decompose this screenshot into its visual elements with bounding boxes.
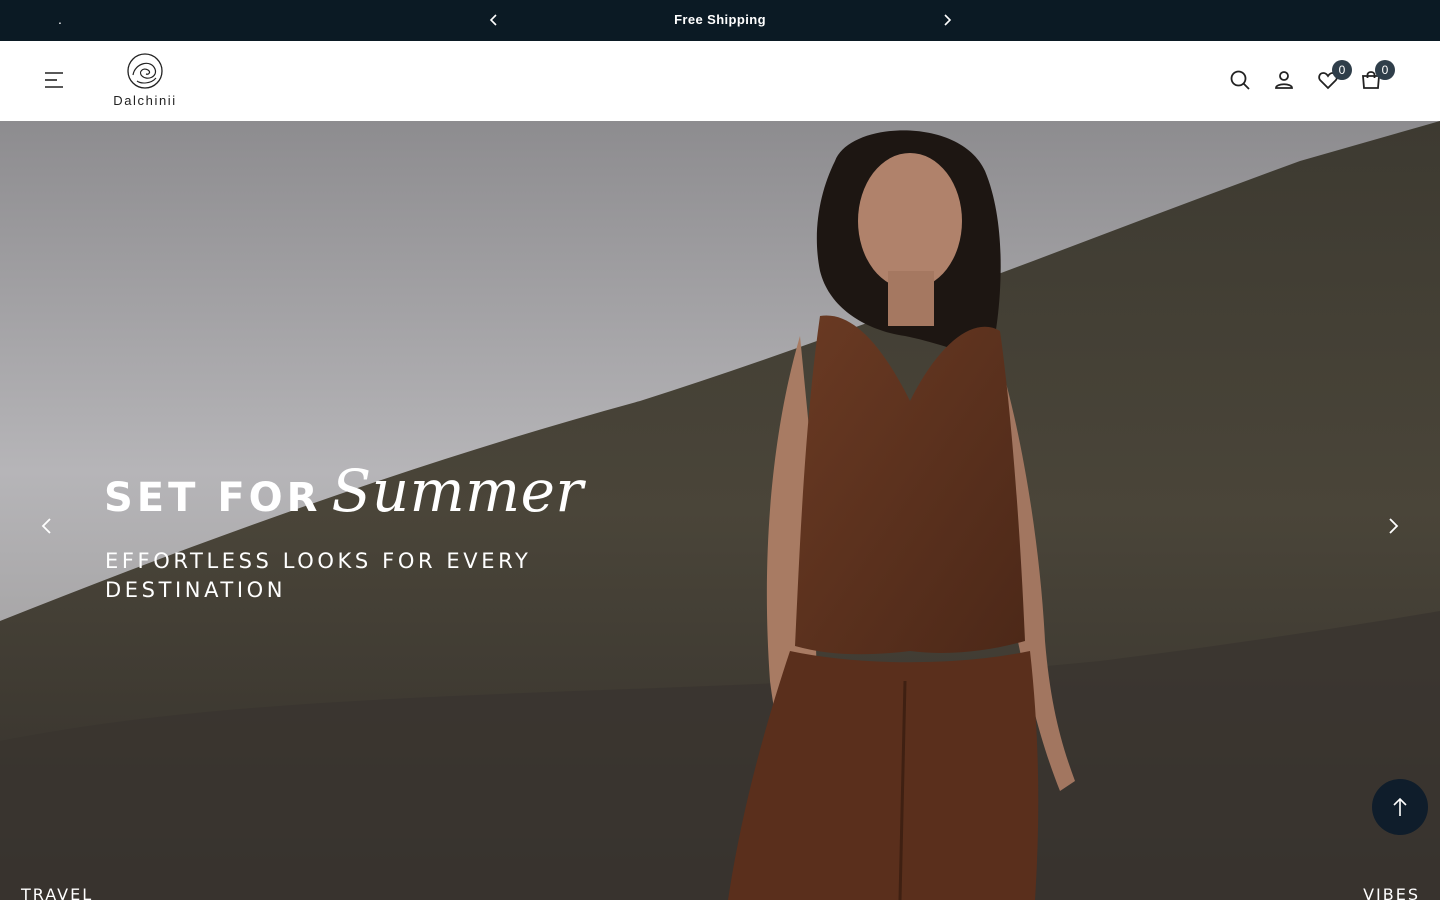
arrow-up-icon bbox=[1393, 797, 1407, 816]
hero-next-button[interactable] bbox=[1382, 515, 1404, 537]
announcement-dot: . bbox=[58, 11, 62, 27]
hero-corner-right: VIBES bbox=[1363, 885, 1420, 900]
search-icon bbox=[1230, 70, 1250, 90]
announcement-next-button[interactable] bbox=[937, 10, 957, 30]
hero-prev-button[interactable] bbox=[36, 515, 58, 537]
wishlist-count-badge: 0 bbox=[1332, 60, 1352, 80]
hero-title-bold: SET FOR bbox=[104, 475, 322, 521]
announcement-bar: . Free Shipping bbox=[0, 0, 1440, 41]
hero-corner-left: TRAVEL bbox=[21, 885, 94, 900]
wishlist-button[interactable]: 0 bbox=[1316, 60, 1352, 92]
hero-title-script: Summer bbox=[331, 457, 584, 525]
user-icon bbox=[1275, 71, 1293, 89]
chevron-left-icon bbox=[489, 14, 497, 26]
brand-name: Dalchinii bbox=[113, 93, 177, 108]
announcement-message: Free Shipping bbox=[674, 12, 766, 27]
cart-button[interactable]: 0 bbox=[1359, 60, 1395, 92]
search-button[interactable] bbox=[1228, 68, 1252, 92]
menu-icon bbox=[45, 72, 63, 88]
chevron-right-icon bbox=[944, 14, 952, 26]
site-header: Dalchinii 0 0 bbox=[0, 41, 1440, 121]
brand-logo[interactable]: Dalchinii bbox=[106, 51, 184, 115]
chevron-right-icon bbox=[1389, 518, 1399, 534]
cart-count-badge: 0 bbox=[1375, 60, 1395, 80]
account-button[interactable] bbox=[1272, 68, 1296, 92]
chevron-left-icon bbox=[41, 518, 51, 534]
hero-subtitle: EFFORTLESS LOOKS FOR EVERY DESTINATION bbox=[105, 549, 532, 602]
back-to-top-button[interactable] bbox=[1372, 779, 1428, 835]
hero-banner: SET FOR Summer EFFORTLESS LOOKS FOR EVERY… bbox=[0, 121, 1440, 900]
logo-mark-icon bbox=[127, 53, 163, 89]
hero-title: SET FOR Summer bbox=[104, 457, 584, 525]
menu-button[interactable] bbox=[42, 68, 66, 92]
announcement-prev-button[interactable] bbox=[484, 10, 504, 30]
